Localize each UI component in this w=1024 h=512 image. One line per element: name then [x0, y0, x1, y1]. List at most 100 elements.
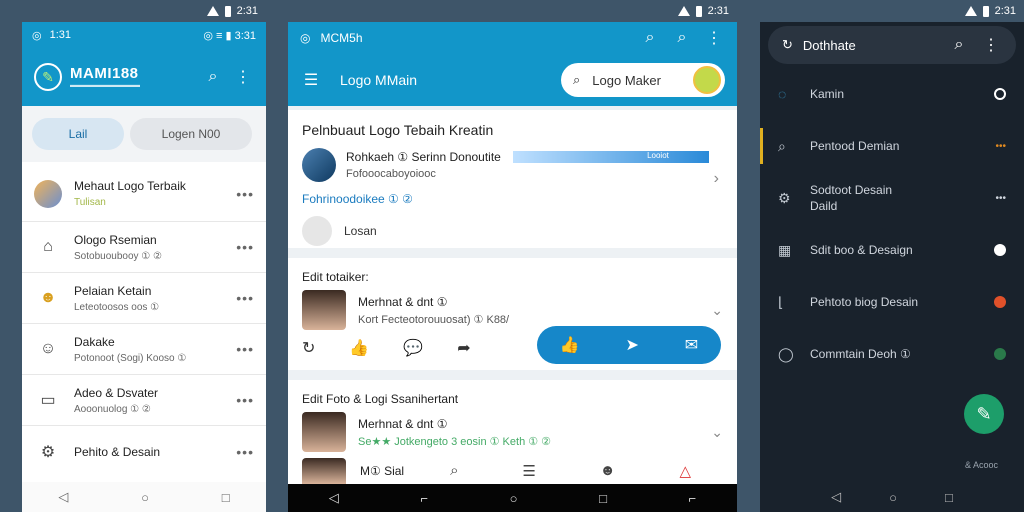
drawer-item[interactable]: ▦ Sdit boo & Desaign — [760, 224, 1024, 276]
search-input[interactable]: Logo Maker — [592, 73, 681, 88]
drawer-item[interactable]: ⌊ Pehtoto biog Desain — [760, 276, 1024, 328]
menu-icon[interactable]: ☰ — [300, 69, 322, 91]
home-button[interactable]: ○ — [889, 490, 897, 505]
item-title: Ologo Rsemian — [74, 232, 157, 247]
more-icon: ••• — [995, 140, 1006, 152]
battery-icon — [982, 5, 989, 17]
feature-card[interactable]: Pelnbuaut Logo Tebaih Kreatin Rohkaeh ① … — [288, 110, 737, 248]
search-icon[interactable]: ⌕ — [202, 66, 224, 88]
app-status-row: ◎ 1:31 ◎ ≡ ▮ 3:31 — [22, 22, 266, 48]
more-icon[interactable]: ••• — [236, 444, 254, 460]
drawer-item-sub: Daild — [810, 199, 838, 213]
more-icon[interactable]: ••• — [236, 290, 254, 306]
item-title: Pehito & Desain — [74, 444, 161, 459]
more-icon[interactable]: ••• — [236, 392, 254, 408]
list-icon[interactable]: ☰ — [522, 462, 535, 480]
search-icon[interactable]: ⌕ — [450, 462, 458, 480]
list-item[interactable]: ⌂ Ologo Rsemian Sotobuoubooy ① ② ••• — [22, 222, 266, 273]
alert-icon[interactable]: △ — [679, 462, 691, 480]
drawer-item-label: Sdit boo & Desaign — [810, 243, 913, 257]
card-link[interactable]: Fohrinoodoikee ① ② — [302, 192, 723, 206]
list-item[interactable]: ⚙ Pehito & Desain ••• — [22, 426, 266, 477]
app-icon: ◎ — [300, 31, 311, 45]
search-bar[interactable]: ↻ Dothhate ⌕ ⋮ — [768, 26, 1016, 64]
list-item[interactable]: ☻ Pelaian Ketain Leteotoosos oos ① ••• — [22, 273, 266, 324]
chevron-down-icon[interactable]: ⌄ — [711, 302, 723, 319]
avatar — [302, 148, 336, 182]
send-icon[interactable]: ➤ — [626, 335, 639, 355]
more-icon[interactable]: ••• — [236, 239, 254, 255]
chevron-right-icon[interactable]: › — [714, 170, 719, 188]
cog-icon: ⚙ — [778, 189, 791, 206]
drawer-item-label: Pehtoto biog Desain — [810, 295, 919, 309]
brand-subtitle: ▬▬▬▬▬▬▬▬▬▬ — [70, 82, 140, 89]
search-icon[interactable]: ⌕ — [671, 27, 693, 49]
home-button[interactable]: ○ — [510, 491, 518, 506]
card-heading: Pelnbuaut Logo Tebaih Kreatin — [302, 122, 494, 138]
status-bar-mid: 2:31 — [288, 0, 737, 22]
signal-icon — [206, 6, 219, 16]
post-heading: Edit Foto & Logi Ssanihertant — [302, 392, 459, 406]
more-icon[interactable]: ⋮ — [703, 27, 725, 49]
search-bar[interactable]: ⌕ Logo Maker — [561, 63, 725, 97]
message-icon[interactable]: ✉ — [685, 335, 698, 355]
item-title: Mehaut Logo Terbaik — [74, 179, 186, 193]
more-icon[interactable]: ••• — [995, 193, 1006, 204]
drawer-item[interactable]: ⌕ Pentood Demian ••• — [760, 120, 1024, 172]
avatar[interactable] — [693, 66, 721, 94]
more-icon[interactable]: ••• — [236, 341, 254, 357]
post-card[interactable]: Edit totaiker: Merhnat & dnt ① Kort Fect… — [288, 258, 737, 370]
more-icon[interactable]: ⋮ — [980, 34, 1002, 56]
clock: 2:31 — [994, 5, 1016, 17]
list-item[interactable]: Mehaut Logo Terbaik Tulisan ••• — [22, 166, 266, 222]
app-bar: ✎ MAMI188 ▬▬▬▬▬▬▬▬▬▬ ⌕ ⋮ — [22, 48, 266, 106]
item-sub: Leteotoosos oos ① — [74, 301, 160, 313]
home-button[interactable]: ○ — [141, 490, 149, 505]
back-button[interactable]: ◁ — [831, 489, 841, 505]
edit-fab[interactable]: ✎ — [964, 394, 1004, 434]
nav-button[interactable]: ⌐ — [689, 491, 697, 506]
comment-icon[interactable]: 💬 — [403, 338, 423, 358]
refresh-icon[interactable]: ↻ — [302, 338, 315, 358]
recents-button[interactable]: □ — [599, 491, 607, 506]
bottom-tab-row: M① Sial ⌕ ☰ ☻ △ — [302, 458, 723, 484]
search-icon: ◯ — [778, 345, 794, 362]
recents-button[interactable]: □ — [945, 490, 953, 505]
chevron-down-icon[interactable]: ⌄ — [711, 424, 723, 441]
clock: 2:31 — [707, 5, 729, 17]
drawer-item[interactable]: ◌ Kamin — [760, 68, 1024, 120]
tab-lail[interactable]: Lail — [32, 118, 124, 150]
drawer-item[interactable]: ◯ Commtain Deoh ① — [760, 328, 1024, 380]
search-icon[interactable]: ⌕ — [948, 34, 970, 56]
back-button[interactable]: ◁ — [58, 489, 68, 505]
author-name: Rohkaeh ① Serinn Donoutite — [346, 150, 501, 164]
drawer-item[interactable]: ⚙ Sodtoot Desain Daild ••• — [760, 172, 1024, 224]
list-item[interactable]: ☺ Dakake Potonoot (Sogi) Kooso ① ••• — [22, 324, 266, 375]
tab-logen[interactable]: Logen N00 — [130, 118, 252, 150]
status-dot — [994, 348, 1006, 360]
status-dot — [994, 296, 1006, 308]
item-title: Dakake — [74, 334, 115, 349]
like-icon[interactable]: 👍 — [349, 338, 369, 358]
status-time: 1:31 — [49, 29, 72, 41]
battery-icon — [695, 5, 702, 17]
search-icon[interactable]: ⌕ — [639, 27, 661, 49]
action-pill: 👍 ➤ ✉ — [537, 326, 721, 364]
drawer-title: Dothhate — [802, 37, 856, 53]
profile-icon[interactable]: ☻ — [600, 462, 616, 480]
folder-icon: ▭ — [40, 392, 56, 409]
drawer-item-label: Commtain Deoh ① — [810, 347, 911, 361]
item-title: Pelaian Ketain — [74, 283, 152, 298]
status-dot — [994, 244, 1006, 256]
back-button[interactable]: ◁ — [329, 490, 339, 506]
emoji-icon: ☻ — [39, 289, 57, 306]
thumbs-up-icon[interactable]: 👍 — [560, 335, 580, 355]
list-item[interactable]: ▭ Adeo & Dsvater Aooonuolog ① ② ••• — [22, 375, 266, 426]
nav-button[interactable]: ⌐ — [420, 491, 428, 506]
recents-button[interactable]: □ — [222, 490, 230, 505]
more-icon[interactable]: ••• — [236, 186, 254, 202]
phone-middle: ◎ MCM5h ⌕ ⌕ ⋮ ☰ Logo MMain ⌕ Logo Maker … — [288, 22, 737, 512]
share-icon[interactable]: ➦ — [457, 338, 470, 358]
more-icon[interactable]: ⋮ — [232, 66, 254, 88]
system-nav: ◁ ⌐ ○ □ ⌐ — [288, 484, 737, 512]
